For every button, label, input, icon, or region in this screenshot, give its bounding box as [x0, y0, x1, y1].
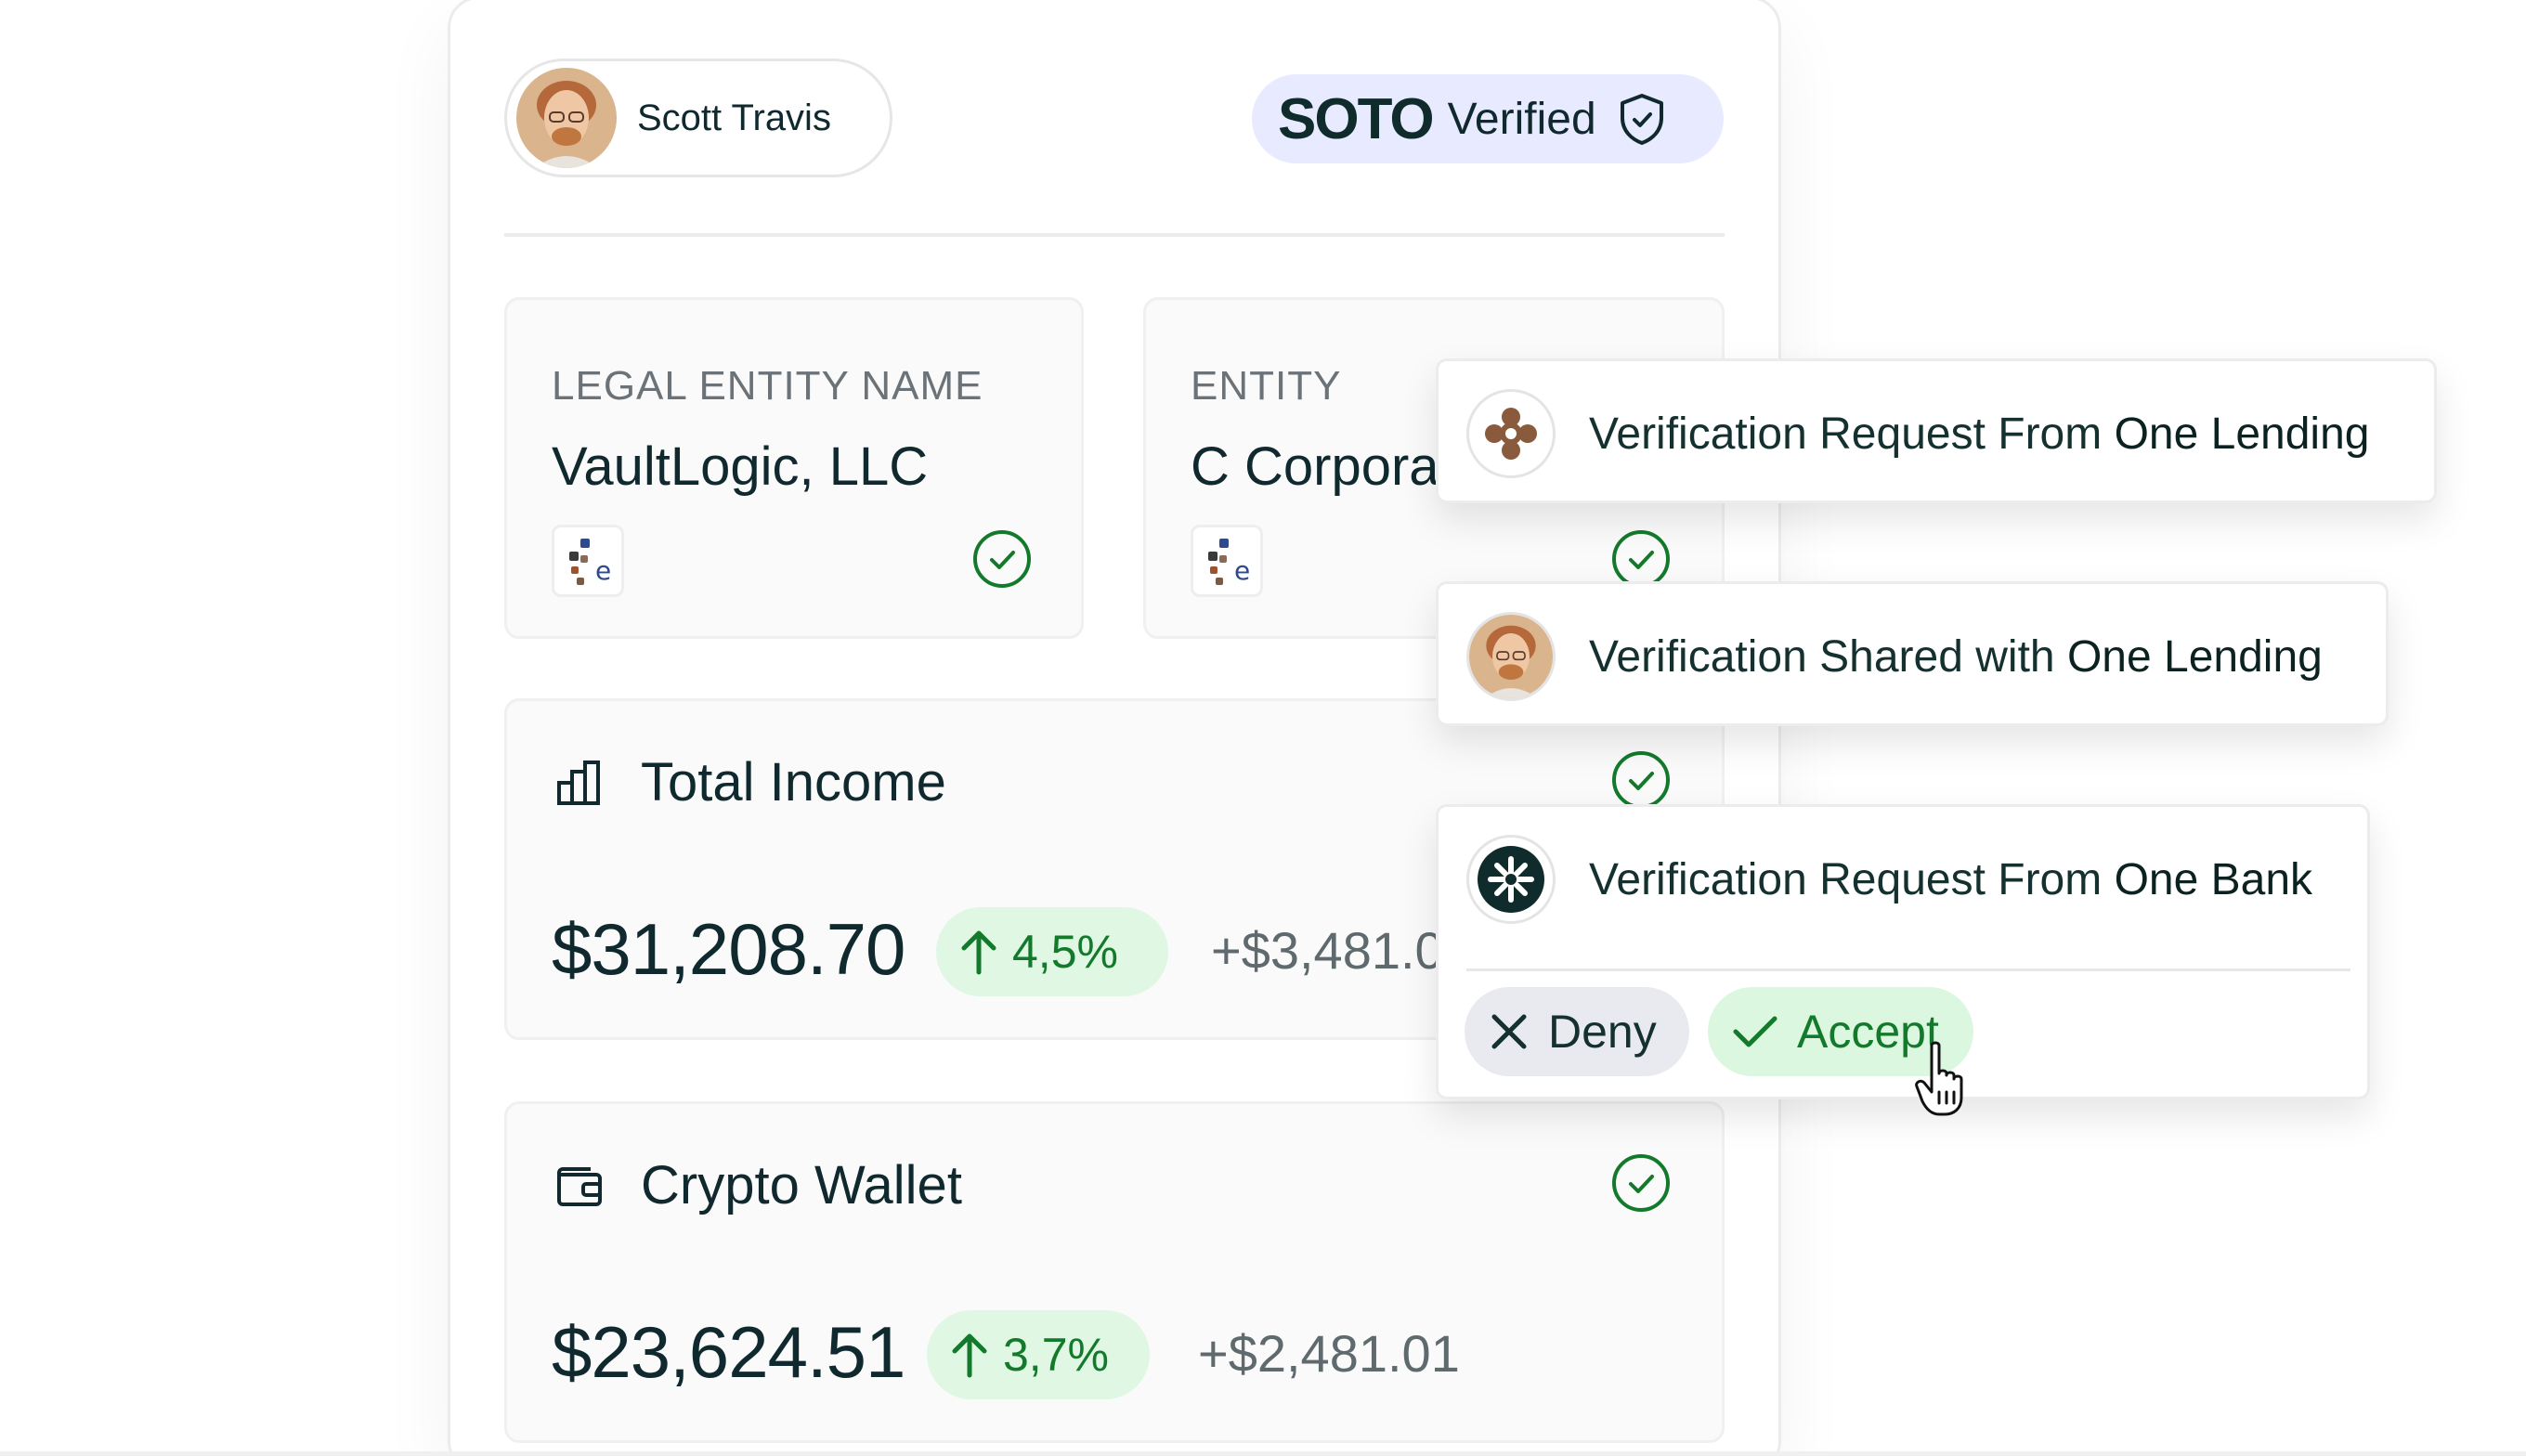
avatar — [516, 68, 617, 168]
arrow-up-icon — [961, 930, 996, 975]
user-chip[interactable]: Scott Travis — [504, 58, 892, 177]
svg-text:e: e — [1234, 555, 1250, 586]
header-divider — [504, 233, 1725, 237]
notification-divider — [1466, 968, 2350, 971]
crypto-wallet-amount: $23,624.51 — [552, 1311, 905, 1393]
shield-check-icon — [1620, 94, 1663, 145]
income-change-badge: 4,5% — [936, 907, 1168, 996]
bar-chart-icon — [557, 760, 600, 805]
source-logo: e — [552, 525, 624, 597]
deny-button[interactable]: Deny — [1465, 987, 1689, 1076]
deny-label: Deny — [1548, 1006, 1657, 1058]
verified-label: Verified — [1447, 94, 1596, 144]
arrow-up-icon — [952, 1333, 987, 1378]
check-circle-icon — [973, 530, 1031, 588]
hand-pointer-cursor-icon — [1915, 1041, 1963, 1116]
notification-text: Verification Request From One Bank — [1589, 854, 2313, 904]
entity-type-label: ENTITY — [1191, 363, 1342, 409]
notification-text: Verification Request From One Lending — [1589, 409, 2370, 459]
user-avatar-icon — [1466, 612, 1556, 701]
soto-logo: SOTO — [1278, 86, 1435, 151]
legal-entity-label: LEGAL ENTITY NAME — [552, 363, 983, 409]
page-bottom-edge — [0, 1451, 2526, 1456]
crypto-wallet-title: Crypto Wallet — [641, 1155, 962, 1216]
close-icon — [1491, 1014, 1527, 1049]
check-circle-icon — [1612, 1154, 1670, 1212]
check-circle-icon — [1612, 751, 1670, 809]
source-logo: e — [1191, 525, 1263, 597]
one-lending-logo-icon — [1466, 389, 1556, 478]
crypto-change-badge: 3,7% — [927, 1310, 1150, 1399]
crypto-delta: +$2,481.01 — [1198, 1324, 1460, 1383]
notification-text: Verification Shared with One Lending — [1589, 631, 2323, 682]
user-name: Scott Travis — [637, 97, 831, 138]
soto-verified-badge: SOTO Verified — [1252, 74, 1724, 163]
notification-one-lending-request[interactable]: Verification Request From One Lending — [1436, 358, 2437, 503]
notification-shared-one-lending[interactable]: Verification Shared with One Lending — [1436, 581, 2389, 726]
check-icon — [1733, 1016, 1777, 1047]
notification-one-bank-request: Verification Request From One Bank Deny … — [1436, 804, 2370, 1099]
income-change-percent: 4,5% — [1012, 926, 1118, 978]
legal-entity-value: VaultLogic, LLC — [552, 436, 929, 497]
crypto-change-percent: 3,7% — [1003, 1329, 1109, 1381]
legal-entity-card: LEGAL ENTITY NAME VaultLogic, LLC e — [504, 297, 1084, 639]
one-bank-logo-icon — [1466, 835, 1556, 924]
svg-text:e: e — [595, 555, 611, 586]
total-income-title: Total Income — [641, 752, 946, 812]
crypto-wallet-card: Crypto Wallet $23,624.51 3,7% +$2,481.01 — [504, 1101, 1725, 1443]
total-income-amount: $31,208.70 — [552, 908, 905, 990]
income-delta: +$3,481.01 — [1211, 921, 1473, 980]
wallet-icon — [557, 1167, 602, 1206]
